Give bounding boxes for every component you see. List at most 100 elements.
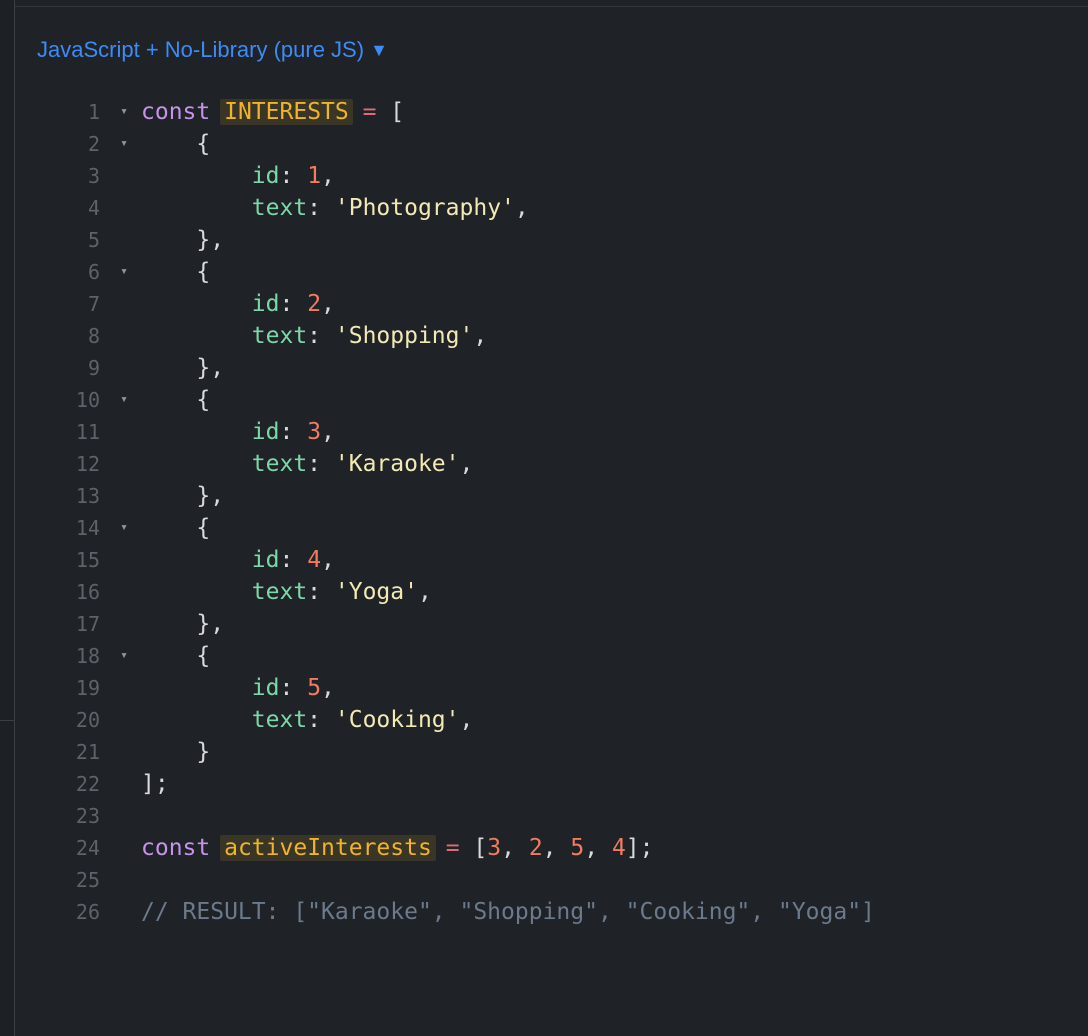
code-editor[interactable]: 1 ▾ const INTERESTS = [2 ▾ {3 id: 1, 4 text:… — [0, 96, 1088, 928]
code-line[interactable]: 24 const activeInterests = [3, 2, 5, 4]; — [0, 832, 1088, 864]
code-text[interactable]: }, — [141, 224, 224, 256]
code-line[interactable]: 2 ▾ { — [0, 128, 1088, 160]
code-text[interactable]: text: 'Karaoke', — [141, 448, 474, 480]
language-selector[interactable]: JavaScript + No-Library (pure JS) ▼ — [37, 36, 388, 64]
code-token: }, — [141, 227, 225, 253]
code-text[interactable]: text: 'Yoga', — [141, 576, 432, 608]
code-token: id — [251, 675, 280, 701]
code-text[interactable]: }, — [141, 608, 224, 640]
code-token: , — [417, 579, 432, 605]
code-text[interactable]: { — [141, 512, 210, 544]
code-line[interactable]: 7 id: 2, — [0, 288, 1088, 320]
code-line[interactable]: 22]; — [0, 768, 1088, 800]
line-number: 9 — [87, 356, 100, 380]
code-text[interactable]: text: 'Cooking', — [141, 704, 474, 736]
code-text[interactable]: // RESULT: ["Karaoke", "Shopping", "Cook… — [141, 896, 875, 928]
line-number: 3 — [87, 164, 100, 188]
code-line[interactable]: 4 text: 'Photography', — [0, 192, 1088, 224]
line-number: 15 — [75, 548, 100, 572]
code-text[interactable]: text: 'Shopping', — [141, 320, 487, 352]
code-text[interactable]: } — [141, 736, 210, 768]
code-line[interactable]: 10 ▾ { — [0, 384, 1088, 416]
code-text[interactable]: { — [141, 128, 210, 160]
code-token: : — [279, 675, 308, 701]
fold-arrow-icon[interactable]: ▾ — [117, 640, 131, 672]
code-token: = — [445, 835, 460, 861]
code-text[interactable]: id: 5, — [141, 672, 335, 704]
code-text[interactable]: { — [141, 256, 210, 288]
line-number: 13 — [75, 484, 100, 508]
code-line[interactable]: 18 ▾ { — [0, 640, 1088, 672]
line-number: 25 — [75, 868, 100, 892]
code-token: text — [251, 707, 308, 733]
code-token: id — [251, 291, 280, 317]
code-line[interactable]: 23 — [0, 800, 1088, 832]
code-token: : — [307, 579, 335, 605]
code-text[interactable]: }, — [141, 480, 224, 512]
fold-arrow-icon[interactable]: ▾ — [117, 96, 131, 128]
code-text[interactable]: id: 3, — [141, 416, 335, 448]
code-text[interactable]: { — [141, 640, 210, 672]
line-number: 21 — [75, 740, 100, 764]
code-text[interactable]: { — [141, 384, 210, 416]
code-text[interactable]: id: 4, — [141, 544, 335, 576]
code-text[interactable]: const activeInterests = [3, 2, 5, 4]; — [141, 832, 654, 864]
code-line[interactable]: 14 ▾ { — [0, 512, 1088, 544]
caret-down-icon: ▼ — [370, 40, 388, 60]
line-number: 4 — [87, 196, 100, 220]
code-line[interactable]: 8 text: 'Shopping', — [0, 320, 1088, 352]
code-line[interactable]: 25 — [0, 864, 1088, 896]
code-line[interactable]: 12 text: 'Karaoke', — [0, 448, 1088, 480]
code-text[interactable]: const INTERESTS = [ — [141, 96, 404, 128]
code-text[interactable]: ]; — [141, 768, 169, 800]
code-text[interactable]: text: 'Photography', — [141, 192, 529, 224]
code-line[interactable]: 13 }, — [0, 480, 1088, 512]
code-token: 4 — [611, 835, 626, 861]
code-token: id — [251, 419, 280, 445]
line-number: 24 — [75, 836, 100, 860]
code-token: 3 — [307, 419, 322, 445]
code-token: 'Shopping' — [334, 323, 474, 349]
line-number: 22 — [75, 772, 100, 796]
code-token: activeInterests — [220, 835, 436, 861]
code-line[interactable]: 5 }, — [0, 224, 1088, 256]
code-line[interactable]: 15 id: 4, — [0, 544, 1088, 576]
code-line[interactable]: 17 }, — [0, 608, 1088, 640]
code-token: : — [307, 323, 335, 349]
code-text[interactable]: id: 1, — [141, 160, 335, 192]
code-token: { — [141, 387, 211, 413]
line-number: 6 — [87, 260, 100, 284]
code-token: : — [307, 195, 335, 221]
code-line[interactable]: 20 text: 'Cooking', — [0, 704, 1088, 736]
code-line[interactable]: 26 // RESULT: ["Karaoke", "Shopping", "Co… — [0, 896, 1088, 928]
code-line[interactable]: 6 ▾ { — [0, 256, 1088, 288]
code-line[interactable]: 1 ▾ const INTERESTS = [ — [0, 96, 1088, 128]
fold-arrow-icon[interactable]: ▾ — [117, 384, 131, 416]
code-token: { — [141, 643, 211, 669]
code-token: , — [321, 675, 335, 701]
code-text[interactable]: }, — [141, 352, 224, 384]
fold-arrow-icon[interactable]: ▾ — [117, 128, 131, 160]
code-token: }, — [141, 611, 225, 637]
code-line[interactable]: 11 id: 3, — [0, 416, 1088, 448]
code-line[interactable]: 9 }, — [0, 352, 1088, 384]
code-text[interactable]: id: 2, — [141, 288, 335, 320]
code-token: ]; — [625, 835, 654, 861]
line-number: 26 — [75, 900, 100, 924]
code-line[interactable]: 19 id: 5, — [0, 672, 1088, 704]
code-token: const — [141, 835, 211, 861]
code-token: : — [307, 451, 335, 477]
code-line[interactable]: 3 id: 1, — [0, 160, 1088, 192]
code-token: 3 — [487, 835, 502, 861]
code-token: { — [141, 131, 211, 157]
fold-arrow-icon[interactable]: ▾ — [117, 256, 131, 288]
code-line[interactable]: 21 } — [0, 736, 1088, 768]
code-token: ]; — [141, 771, 169, 797]
code-line[interactable]: 16 text: 'Yoga', — [0, 576, 1088, 608]
fold-arrow-icon[interactable]: ▾ — [117, 512, 131, 544]
